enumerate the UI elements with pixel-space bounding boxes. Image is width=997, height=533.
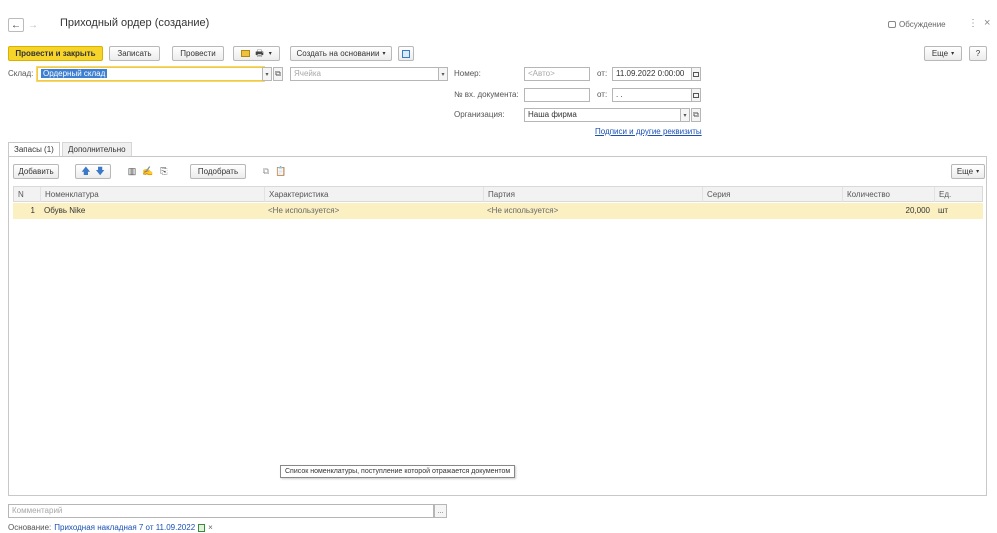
basis-label: Основание: (8, 523, 52, 532)
clear-basis-icon[interactable]: × (208, 523, 213, 532)
close-icon[interactable]: × (984, 17, 990, 29)
incoming-doc-field[interactable] (524, 88, 590, 102)
warehouse-value: Ордерный склад (41, 69, 108, 78)
tab-stocks[interactable]: Запасы (1) (8, 142, 60, 156)
tab-panel: Добавить 🡅 🡇 ▥ ✍ ⎘ Подобрать ⧉ 📋 Еще ▾ N… (8, 156, 987, 496)
warehouse-open-button[interactable]: ⧉ (273, 67, 283, 81)
arrow-right-icon: → (28, 19, 38, 31)
chevron-down-icon: ▾ (976, 169, 980, 175)
tab-stocks-label: Запасы (1) (14, 145, 54, 154)
row-quantity[interactable]: 20,000 (842, 203, 934, 219)
col-nomenclature[interactable]: Номенклатура (41, 187, 265, 202)
more-button[interactable]: Еще ▾ (924, 46, 962, 61)
chevron-down-icon: ▾ (951, 51, 955, 57)
row-item[interactable]: Обувь Nike (40, 203, 264, 219)
row-series[interactable] (702, 203, 842, 219)
mail-print-group[interactable]: 🖶 ▾ (233, 46, 280, 61)
printer-icon: 🖶 (255, 47, 264, 58)
row-characteristic[interactable]: <Не используется> (264, 203, 483, 219)
cell-dropdown[interactable]: ▾ (438, 67, 448, 81)
back-button[interactable]: ← (8, 18, 24, 32)
move-buttons[interactable]: 🡅 🡇 (75, 164, 111, 179)
col-characteristic[interactable]: Характеристика (265, 187, 484, 202)
incoming-date-calendar-button[interactable] (691, 88, 701, 102)
mail-icon (241, 50, 251, 57)
date-field[interactable]: 11.09.2022 0:00:00 (612, 67, 692, 81)
signatures-link[interactable]: Подписи и другие реквизиты (595, 127, 702, 136)
create-based-label: Создать на основании (296, 49, 380, 58)
page-title: Приходный ордер (создание) (60, 17, 210, 29)
table-more-button[interactable]: Еще ▾ (951, 164, 985, 179)
comment-field[interactable]: Комментарий (8, 504, 434, 518)
save-button[interactable]: Записать (109, 46, 160, 61)
col-unit[interactable]: Ед. (935, 187, 984, 202)
add-row-button[interactable]: Добавить (13, 164, 59, 179)
table-row[interactable]: 1 Обувь Nike <Не используется> <Не испол… (13, 203, 983, 219)
basis-link[interactable]: Приходная накладная 7 от 11.09.2022 (54, 523, 195, 532)
help-button[interactable]: ? (969, 46, 987, 61)
chat-icon (888, 21, 896, 28)
row-number: 1 (30, 206, 35, 215)
open-icon: ⧉ (275, 69, 281, 78)
col-batch[interactable]: Партия (484, 187, 703, 202)
calendar-icon (693, 92, 699, 98)
title-bar: ← → Приходный ордер (создание) Обсуждени… (0, 0, 997, 40)
barcode-icon[interactable]: ▥ (126, 165, 138, 177)
discussions-label: Обсуждение (899, 20, 946, 29)
organization-open-button[interactable]: ⧉ (691, 108, 701, 122)
fill-icon[interactable]: ✍ (142, 165, 154, 177)
col-quantity[interactable]: Количество (843, 187, 935, 202)
col-series[interactable]: Серия (703, 187, 843, 202)
chevron-down-icon: ▾ (268, 51, 272, 57)
row-batch[interactable]: <Не используется> (483, 203, 702, 219)
copy-icon[interactable]: ⧉ (260, 165, 272, 177)
tooltip: Список номенклатуры, поступление которой… (280, 465, 516, 478)
paste-icon[interactable]: 📋 (275, 165, 287, 177)
incoming-date-label: от: (597, 90, 608, 99)
basis-row: Основание: Приходная накладная 7 от 11.0… (8, 523, 213, 532)
number-label: Номер: (454, 69, 481, 78)
chevron-down-icon: ▾ (382, 51, 386, 57)
structure-button[interactable] (398, 46, 414, 61)
structure-icon (402, 49, 410, 58)
organization-dropdown[interactable]: ▾ (680, 108, 690, 122)
tab-additional-label: Дополнительно (68, 145, 126, 154)
warehouse-dropdown[interactable]: ▾ (262, 67, 272, 81)
open-icon: ⧉ (693, 110, 699, 119)
incoming-date-field[interactable]: . . (612, 88, 692, 102)
tab-additional[interactable]: Дополнительно (62, 142, 132, 156)
discussions-button[interactable]: Обсуждение (888, 20, 946, 29)
calendar-icon (693, 71, 699, 77)
row-unit[interactable]: шт (934, 203, 983, 219)
create-based-on-button[interactable]: Создать на основании ▾ (290, 46, 392, 61)
post-and-close-button[interactable]: Провести и закрыть (8, 46, 103, 61)
organization-label: Организация: (454, 110, 505, 119)
document-icon[interactable] (198, 523, 206, 532)
warehouse-field[interactable]: Ордерный склад (37, 67, 264, 81)
split-icon[interactable]: ⎘ (158, 165, 170, 177)
table-header: N Номенклатура Характеристика Партия Сер… (13, 186, 983, 202)
arrow-left-icon: ← (11, 19, 21, 31)
comment-open-button[interactable]: ... (434, 504, 447, 518)
date-from-label: от: (597, 69, 608, 78)
warehouse-label: Склад: (8, 69, 34, 78)
table-more-label: Еще (956, 167, 974, 176)
arrow-up-icon: 🡅 (81, 165, 91, 176)
arrow-down-icon: 🡇 (95, 165, 105, 176)
number-field[interactable]: <Авто> (524, 67, 590, 81)
cell-field[interactable]: Ячейка (290, 67, 440, 81)
more-actions-icon[interactable]: ⋮ (968, 18, 978, 29)
post-button[interactable]: Провести (172, 46, 224, 61)
incoming-doc-label: № вх. документа: (454, 90, 519, 99)
forward-button[interactable]: → (26, 18, 40, 32)
organization-field[interactable]: Наша фирма (524, 108, 681, 122)
date-calendar-button[interactable] (691, 67, 701, 81)
pick-button[interactable]: Подобрать (190, 164, 246, 179)
more-label: Еще (931, 49, 949, 58)
col-n[interactable]: N (14, 187, 41, 202)
